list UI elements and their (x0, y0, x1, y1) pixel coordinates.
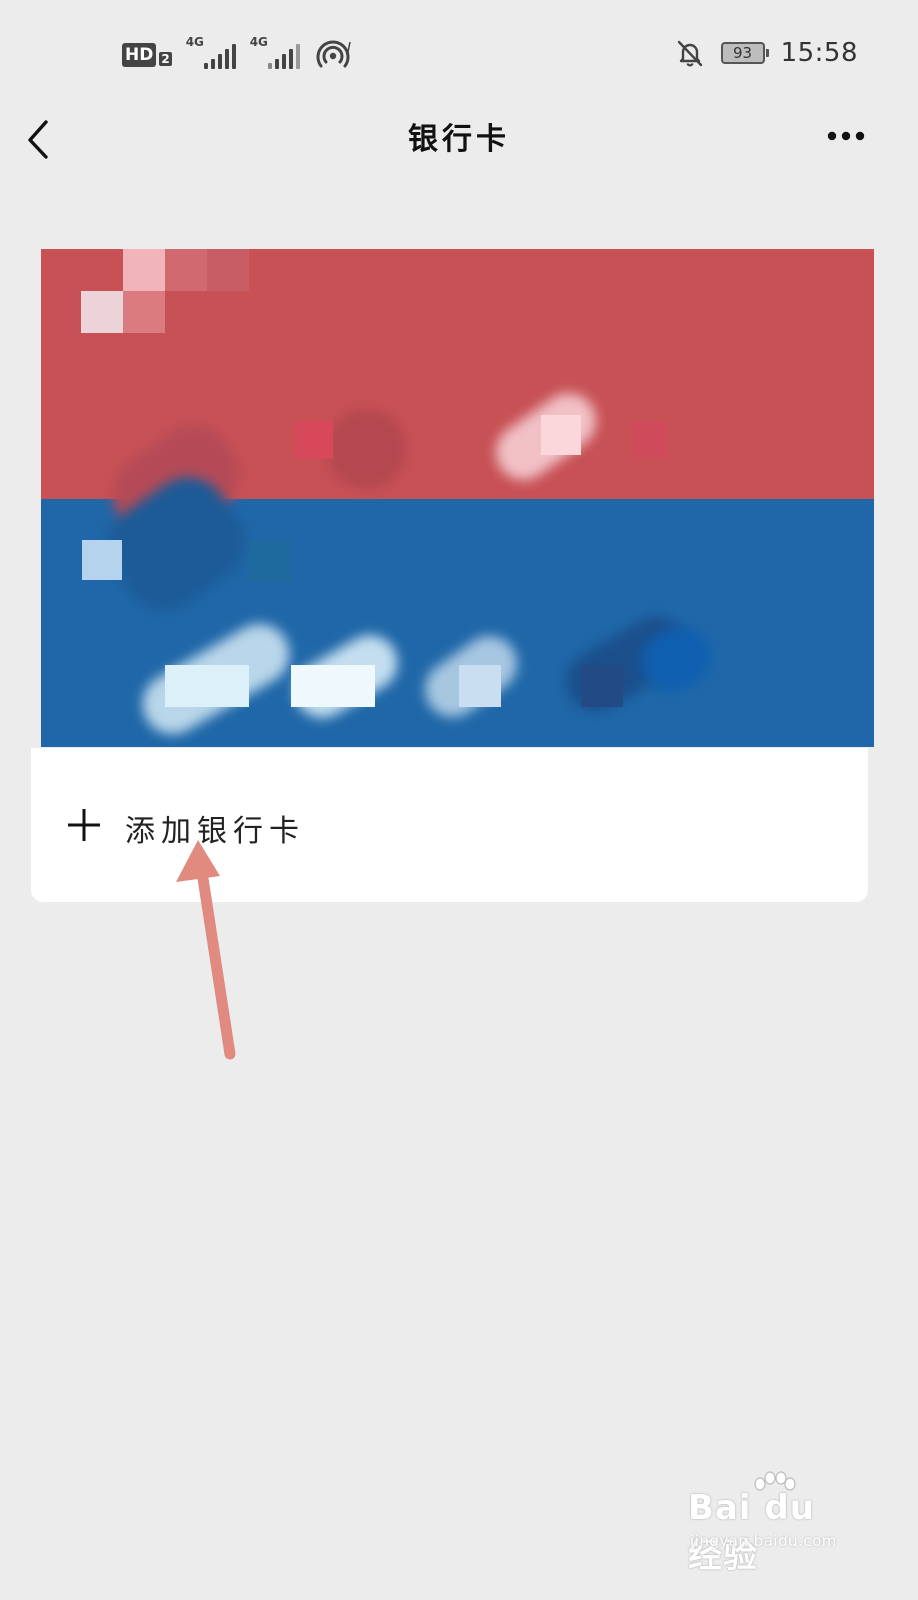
sim-index-badge: 2 (159, 52, 172, 66)
status-left: HD 2 4G 4G (122, 35, 354, 70)
hotspot-icon (316, 40, 354, 70)
bank-card[interactable] (41, 249, 874, 747)
watermark-url: jingyan.baidu.com (690, 1532, 837, 1550)
nav-bar: 银行卡 (0, 104, 918, 168)
battery-icon: 93 (720, 42, 769, 64)
page-title: 银行卡 (408, 122, 510, 157)
hd-icon: HD (122, 43, 157, 67)
add-bank-card-button[interactable]: 添加银行卡 (31, 748, 868, 902)
signal-icon: 4G (186, 35, 236, 69)
network-type-label: 4G (249, 35, 268, 49)
plus-icon (68, 809, 100, 841)
status-right: 93 15:58 (675, 38, 858, 68)
baidu-jingyan-watermark: Bai du 经验 jingyan.baidu.com (688, 1470, 858, 1576)
more-dots-icon (827, 131, 865, 141)
status-time: 15:58 (780, 38, 858, 68)
status-bar: HD 2 4G 4G 93 15:58 (0, 0, 918, 110)
network-type-label: 4G (185, 35, 204, 49)
more-button[interactable] (822, 118, 870, 154)
bell-off-icon (675, 38, 705, 68)
signal-icon: 4G (250, 35, 300, 69)
battery-level: 93 (733, 44, 753, 62)
arrow-annotation (176, 840, 236, 1060)
